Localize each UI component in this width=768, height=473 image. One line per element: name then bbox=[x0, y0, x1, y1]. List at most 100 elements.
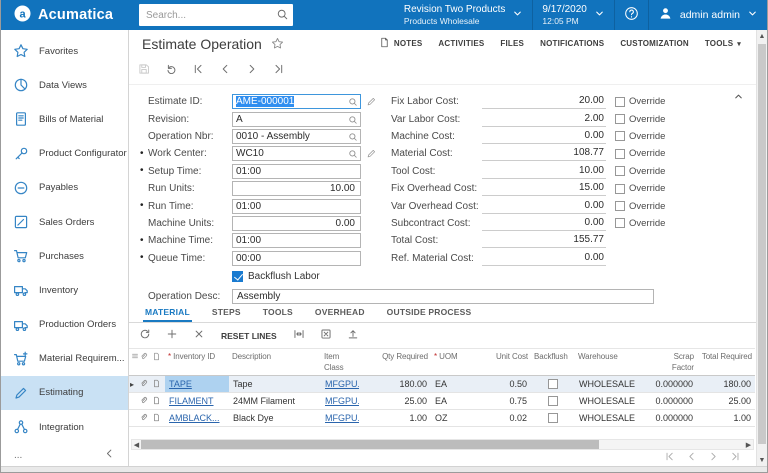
sidebar-item-bills-of-material[interactable]: Bills of Material bbox=[1, 102, 128, 136]
override-checkbox[interactable] bbox=[615, 96, 625, 107]
tab-tools[interactable]: TOOLS bbox=[261, 307, 295, 322]
excel-button[interactable] bbox=[313, 326, 340, 346]
link-notes[interactable]: NOTES bbox=[379, 37, 423, 50]
field-total-cost[interactable]: 155.77 bbox=[482, 233, 606, 249]
cell-total_required[interactable]: 180.00 bbox=[697, 375, 755, 393]
field-ref-material-cost[interactable]: 0.00 bbox=[482, 251, 606, 266]
grid-row-tape[interactable]: ▸TAPETapeMFGPU...180.00EA0.50WHOLESALE0.… bbox=[129, 375, 755, 393]
fit-button[interactable] bbox=[286, 326, 313, 346]
plus-button[interactable] bbox=[158, 326, 185, 346]
business-date[interactable]: 9/17/2020 12:05 PM bbox=[533, 0, 614, 30]
override-checkbox[interactable] bbox=[615, 166, 625, 177]
save-button[interactable] bbox=[130, 60, 157, 82]
override-checkbox[interactable] bbox=[615, 183, 625, 194]
vertical-scrollbar[interactable]: ▲ ▼ bbox=[756, 30, 767, 466]
field-subcontract-cost[interactable]: 0.00 bbox=[482, 216, 606, 231]
link-tools[interactable]: TOOLS ▾ bbox=[705, 39, 741, 48]
cell-item_class[interactable]: MFGPU... bbox=[321, 392, 359, 410]
row-selector[interactable] bbox=[129, 392, 138, 410]
field-var-overhead-cost[interactable]: 0.00 bbox=[482, 199, 606, 214]
refresh-button[interactable] bbox=[131, 326, 158, 346]
link-activities[interactable]: ACTIVITIES bbox=[438, 39, 484, 48]
link-files[interactable]: FILES bbox=[500, 39, 524, 48]
first-button[interactable] bbox=[184, 60, 211, 82]
upload-button[interactable] bbox=[340, 326, 367, 346]
scroll-right-icon[interactable]: ▶ bbox=[744, 440, 753, 449]
link-customization[interactable]: CUSTOMIZATION bbox=[620, 39, 689, 48]
column-header-inventory-id[interactable]: * Inventory ID bbox=[165, 348, 229, 376]
field-fix-overhead-cost[interactable]: 15.00 bbox=[482, 181, 606, 197]
field-tool-cost[interactable]: 10.00 bbox=[482, 164, 606, 179]
lookup-icon[interactable] bbox=[348, 132, 358, 145]
horizontal-scroll-thumb[interactable] bbox=[141, 440, 599, 449]
cell-unit_cost[interactable]: 0.02 bbox=[474, 409, 531, 427]
column-header-item-class[interactable]: Item Class bbox=[321, 348, 359, 376]
sidebar-item-inventory[interactable]: Inventory bbox=[1, 273, 128, 307]
notes-cell[interactable] bbox=[151, 409, 165, 427]
vertical-scroll-thumb[interactable] bbox=[758, 44, 766, 444]
column-header-scrap-factor[interactable]: Scrap Factor bbox=[649, 348, 697, 376]
page-last-button[interactable] bbox=[724, 451, 746, 465]
scroll-left-icon[interactable]: ◀ bbox=[132, 440, 141, 449]
cell-description[interactable]: Tape bbox=[229, 375, 321, 393]
row-selector[interactable] bbox=[129, 409, 138, 427]
search-icon[interactable] bbox=[276, 8, 289, 24]
cell-total_required[interactable]: 25.00 bbox=[697, 392, 755, 410]
inventory_id-link[interactable]: TAPE bbox=[169, 379, 192, 389]
item_class-link[interactable]: MFGPU... bbox=[325, 413, 359, 423]
tab-steps[interactable]: STEPS bbox=[210, 307, 243, 322]
acumatica-logo[interactable]: a Acumatica bbox=[1, 5, 131, 25]
column-header-unit-cost[interactable]: Unit Cost bbox=[474, 348, 531, 376]
column-header-warehouse[interactable]: Warehouse bbox=[575, 348, 649, 376]
prev-button[interactable] bbox=[211, 60, 238, 82]
item_class-link[interactable]: MFGPU... bbox=[325, 396, 359, 406]
search-input[interactable] bbox=[139, 4, 293, 26]
column-header-uom[interactable]: * UOM bbox=[431, 348, 474, 376]
column-header-total-required[interactable]: Total Required bbox=[697, 348, 755, 376]
cell-warehouse[interactable]: WHOLESALE bbox=[575, 409, 649, 427]
notes-cell[interactable] bbox=[151, 392, 165, 410]
backflush-labor-checkbox[interactable] bbox=[232, 270, 243, 282]
horizontal-scrollbar[interactable]: ◀ ▶ bbox=[131, 439, 754, 450]
field-fix-labor-cost[interactable]: 20.00 bbox=[482, 94, 606, 110]
sidebar-item-material-requirem[interactable]: Material Requirem... bbox=[1, 342, 128, 376]
sidebar-item-purchases[interactable]: Purchases bbox=[1, 239, 128, 273]
cell-warehouse[interactable]: WHOLESALE bbox=[575, 375, 649, 393]
cell-scrap_factor[interactable]: 0.000000 bbox=[649, 409, 697, 427]
attachment-cell[interactable] bbox=[138, 375, 151, 393]
scroll-up-icon[interactable]: ▲ bbox=[757, 30, 767, 42]
page-prev-button[interactable] bbox=[680, 451, 702, 465]
sidebar-item-estimating[interactable]: Estimating bbox=[1, 375, 128, 411]
collapse-panel-icon[interactable] bbox=[733, 91, 744, 105]
favorite-star-icon[interactable] bbox=[271, 37, 284, 53]
grid-row-amblack[interactable]: AMBLACK...Black DyeMFGPU...1.00OZ0.02WHO… bbox=[129, 409, 755, 427]
field-operation-desc[interactable]: Assembly bbox=[232, 289, 654, 305]
cell-qty_required[interactable]: 180.00 bbox=[359, 375, 431, 393]
notes-cell[interactable] bbox=[151, 375, 165, 393]
field-setup-time[interactable]: 01:00 bbox=[232, 163, 361, 179]
field-operation-nbr[interactable]: 0010 - Assembly bbox=[232, 128, 361, 145]
sidebar-item-payables[interactable]: Payables bbox=[1, 171, 128, 205]
lookup-icon[interactable] bbox=[348, 149, 358, 162]
user-menu[interactable]: admin admin bbox=[649, 0, 767, 30]
link-notifications[interactable]: NOTIFICATIONS bbox=[540, 39, 604, 48]
attachment-cell[interactable] bbox=[138, 409, 151, 427]
edit-pencil-icon[interactable] bbox=[366, 96, 377, 107]
override-checkbox[interactable] bbox=[615, 114, 625, 125]
field-machine-cost[interactable]: 0.00 bbox=[482, 129, 606, 144]
cell-qty_required[interactable]: 25.00 bbox=[359, 392, 431, 410]
tab-outside-process[interactable]: OUTSIDE PROCESS bbox=[385, 307, 474, 322]
backflush-checkbox[interactable] bbox=[548, 396, 558, 407]
lookup-icon[interactable] bbox=[348, 115, 358, 128]
backflush-checkbox[interactable] bbox=[548, 379, 558, 390]
cell-warehouse[interactable]: WHOLESALE bbox=[575, 392, 649, 410]
sidebar-item-production-orders[interactable]: Production Orders bbox=[1, 308, 128, 342]
cell-unit_cost[interactable]: 0.50 bbox=[474, 375, 531, 393]
cell-unit_cost[interactable]: 0.75 bbox=[474, 392, 531, 410]
column-header-qty-required[interactable]: Qty Required bbox=[359, 348, 431, 376]
field-estimate-id[interactable]: AME-000001 bbox=[232, 94, 361, 110]
cell-total_required[interactable]: 1.00 bbox=[697, 409, 755, 427]
sidebar-item-data-views[interactable]: Data Views bbox=[1, 68, 128, 102]
edit-pencil-icon[interactable] bbox=[366, 148, 377, 159]
override-checkbox[interactable] bbox=[615, 131, 625, 142]
